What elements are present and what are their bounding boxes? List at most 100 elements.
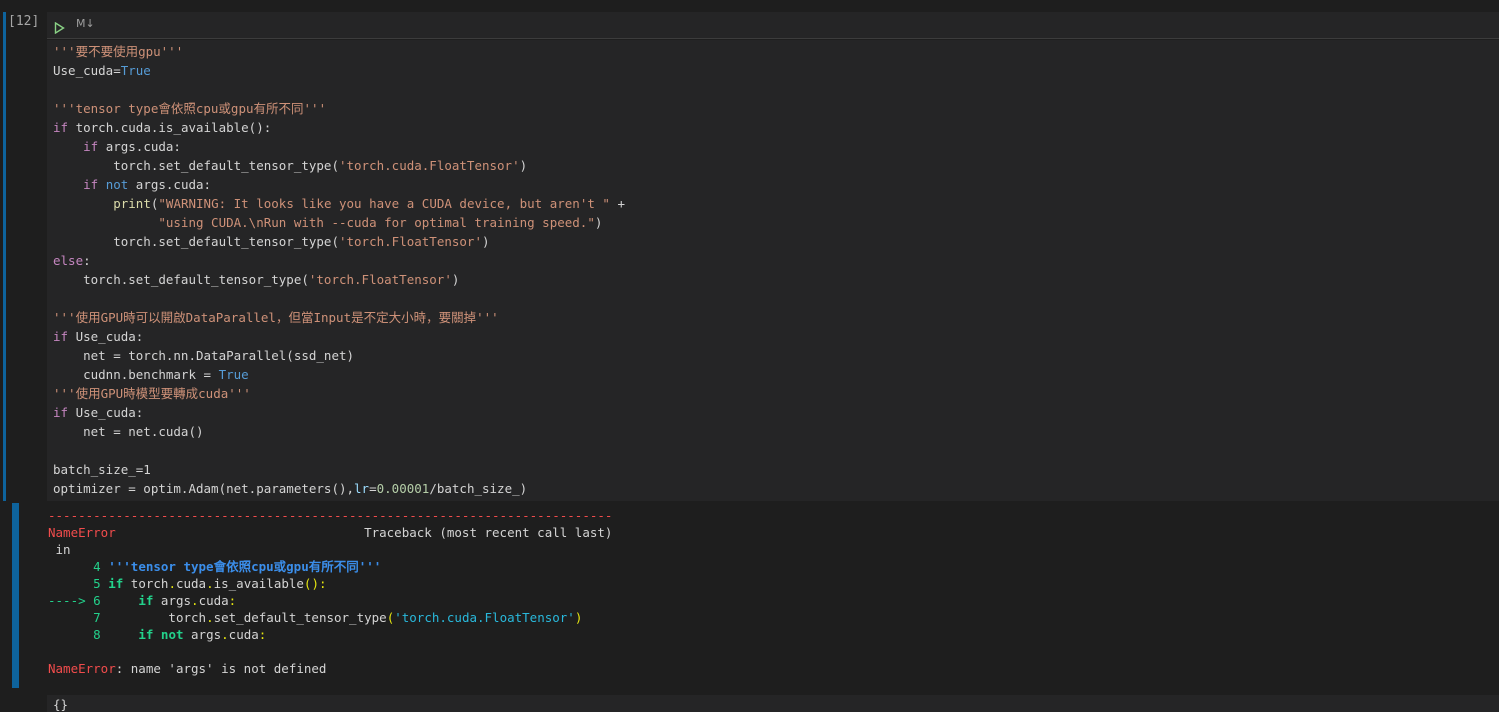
code-token: ): [519, 158, 528, 173]
code-token: .: [221, 627, 229, 642]
cell-output: ----------------------------------------…: [48, 507, 612, 677]
code-token: not: [160, 627, 184, 642]
code-line: optimizer = optim.Adam(net.parameters(),…: [53, 479, 625, 498]
next-cell-editor[interactable]: {}: [47, 695, 1499, 712]
code-line: torch.set_default_tensor_type('torch.Flo…: [53, 232, 625, 251]
code-token: 5: [48, 576, 109, 591]
code-token: torch: [108, 610, 207, 625]
code-line: torch.set_default_tensor_type('torch.cud…: [53, 156, 625, 175]
code-token: net = net.cuda(): [53, 424, 204, 439]
code-token: ): [451, 272, 460, 287]
code-line: '''tensor type會依照cpu或gpu有所不同''': [53, 99, 625, 118]
output-focus-indicator: [12, 503, 19, 688]
notebook-editor: [12] M↓ '''要不要使用gpu''' Use_cuda= True '''t…: [0, 0, 1499, 712]
output-line: ----------------------------------------…: [48, 507, 612, 524]
code-token: cuda: [198, 593, 229, 608]
code-token: torch: [123, 576, 169, 591]
code-token: if: [53, 120, 69, 135]
code-token: ): [481, 234, 490, 249]
code-token: torch.cuda.is_available():: [68, 120, 272, 135]
code-token: .: [191, 593, 199, 608]
code-line: '''使用GPU時可以開啟DataParallel，但當Input是不定大小時，…: [53, 308, 625, 327]
code-token: print: [113, 196, 151, 211]
code-token: "using CUDA.\nRun with --cuda for optima…: [158, 215, 595, 230]
code-editor[interactable]: '''要不要使用gpu''' Use_cuda= True '''tensor ty…: [47, 40, 1499, 501]
output-line: 8 if not args.cuda:: [48, 626, 612, 643]
code-token: in: [48, 542, 71, 557]
output-line: NameError: name 'args' is not defined: [48, 660, 612, 677]
code-token: args.cuda:: [98, 139, 181, 154]
code-content[interactable]: '''要不要使用gpu''' Use_cuda= True '''tensor ty…: [53, 42, 625, 498]
code-token: if: [108, 576, 124, 591]
code-token: Traceback (most recent call last): [115, 525, 613, 540]
code-token: Use_cuda:: [68, 405, 144, 420]
code-token: True: [218, 367, 249, 382]
code-token: Use_cuda=: [53, 63, 121, 78]
output-line: 4 '''tensor type會依照cpu或gpu有所不同''': [48, 558, 612, 575]
code-token: ----> 6: [48, 593, 109, 608]
code-line: '''使用GPU時模型要轉成cuda''': [53, 384, 625, 403]
execution-count: [12]: [8, 14, 40, 29]
code-token: args.cuda:: [128, 177, 212, 192]
code-token: if: [53, 405, 69, 420]
cell-toolbar: M↓: [47, 12, 1499, 39]
code-token: NameError: [48, 525, 116, 540]
code-token: optimizer = optim.Adam(net.parameters(),: [53, 481, 355, 496]
code-line: if torch.cuda.is_available():: [53, 118, 625, 137]
code-token: net = torch.nn.DataParallel(ssd_net): [53, 348, 355, 363]
code-token: 'torch.cuda.FloatTensor': [394, 610, 575, 625]
code-token: batch_size_=1: [53, 462, 151, 477]
code-line: cudnn.benchmark = True: [53, 365, 625, 384]
code-token: '''要不要使用gpu''': [53, 44, 184, 59]
code-token: torch.set_default_tensor_type(: [53, 234, 339, 249]
code-token: set_default_tensor_type: [213, 610, 387, 625]
run-cell-icon[interactable]: [54, 19, 65, 38]
output-line: in: [48, 541, 612, 558]
code-line: if args.cuda:: [53, 137, 625, 156]
code-token: +: [609, 196, 625, 211]
next-cell-code[interactable]: {}: [53, 697, 68, 712]
code-line: if Use_cuda:: [53, 327, 625, 346]
code-token: 'torch.FloatTensor': [308, 272, 452, 287]
code-line: print("WARNING: It looks like you have a…: [53, 194, 625, 213]
code-token: if: [53, 329, 69, 344]
code-token: "WARNING: It looks like you have a CUDA …: [158, 196, 610, 211]
code-token: : name 'args' is not defined: [115, 661, 327, 676]
code-token: cuda: [175, 576, 207, 591]
code-token: cuda: [228, 627, 259, 642]
code-token: :: [258, 627, 267, 642]
cell-focus-indicator: [3, 12, 6, 501]
code-token: '''tensor type會依照cpu或gpu有所不同''': [108, 559, 382, 574]
code-token: torch.set_default_tensor_type(: [53, 272, 309, 287]
code-token: if: [83, 139, 99, 154]
code-token: :: [228, 593, 237, 608]
code-token: ): [594, 215, 603, 230]
cell-language-label[interactable]: M↓: [76, 17, 95, 30]
code-line: net = torch.nn.DataParallel(ssd_net): [53, 346, 625, 365]
output-line: NameError Traceback (most recent call la…: [48, 524, 612, 541]
code-token: else: [53, 253, 84, 268]
code-token: .: [168, 576, 176, 591]
code-line: net = net.cuda(): [53, 422, 625, 441]
code-token: ----------------------------------------…: [48, 508, 613, 523]
output-line: 5 if torch.cuda.is_available():: [48, 575, 612, 592]
code-token: ): [574, 610, 583, 625]
code-line: batch_size_=1: [53, 460, 625, 479]
code-line: torch.set_default_tensor_type('torch.Flo…: [53, 270, 625, 289]
code-token: =: [369, 481, 377, 496]
code-line: if Use_cuda:: [53, 403, 625, 422]
code-token: if: [138, 627, 154, 642]
code-token: cudnn.benchmark =: [53, 367, 219, 382]
code-token: not: [105, 177, 129, 192]
code-token: lr: [354, 481, 370, 496]
